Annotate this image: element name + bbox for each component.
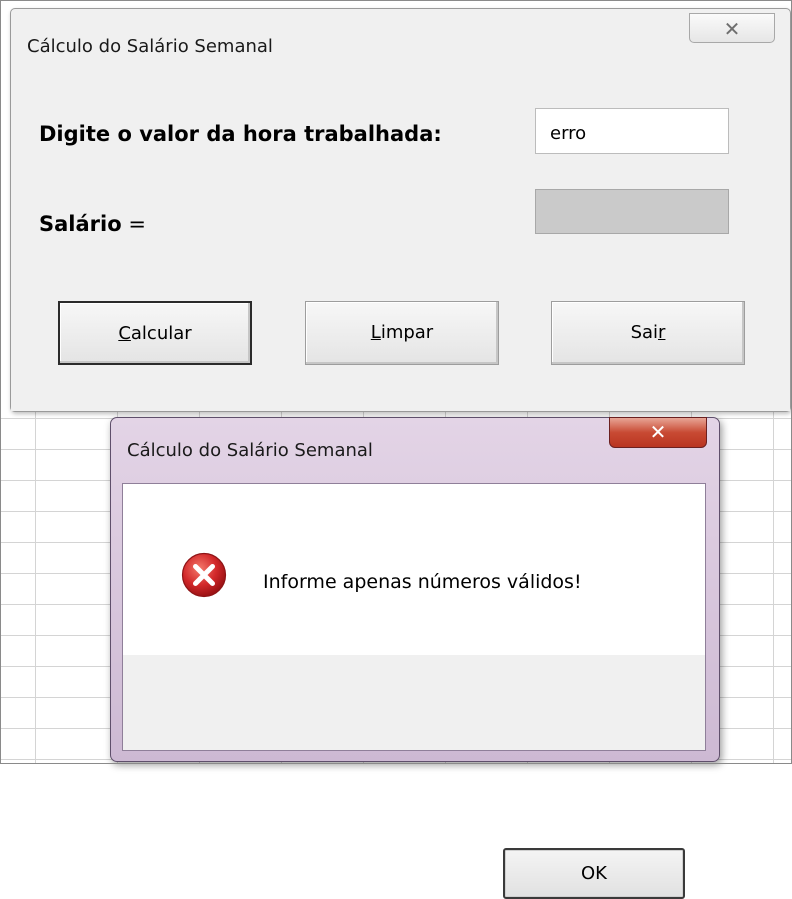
calcular-label: alcular [130,323,192,344]
limpar-accel: L [370,322,381,343]
salary-output [535,189,729,234]
userform-title: Cálculo do Salário Semanal [27,36,273,57]
error-icon [181,552,227,598]
limpar-button[interactable]: Limpar [305,301,499,365]
sair-button[interactable]: Sair [551,301,745,365]
message-box-client: Informe apenas números válidos! OK [122,483,706,899]
sair-accel: r [658,322,666,343]
calcular-button[interactable]: Calcular [58,301,252,365]
hourly-rate-label: Digite o valor da hora trabalhada: [39,122,442,146]
userform-close-button[interactable]: ✕ [689,13,775,43]
message-box-window: Cálculo do Salário Semanal ✕ Informe ape… [110,417,720,899]
message-box-close-button[interactable]: ✕ [609,417,707,448]
userform-window: Cálculo do Salário Semanal ✕ Digite o va… [10,8,791,412]
close-icon: ✕ [723,17,741,41]
salary-label-text: Salário [39,212,122,236]
hourly-rate-input[interactable]: erro [535,108,729,154]
message-box-footer: OK [123,655,705,899]
close-icon: ✕ [649,420,667,444]
message-box-title: Cálculo do Salário Semanal [127,440,373,461]
message-text: Informe apenas números válidos! [263,571,582,593]
limpar-label: impar [380,322,434,343]
calcular-accel: C [118,323,131,344]
salary-label: Salário = [39,212,146,236]
ok-button[interactable]: OK [503,848,685,899]
salary-label-equals: = [121,212,146,236]
sair-label: Sai [630,322,659,343]
